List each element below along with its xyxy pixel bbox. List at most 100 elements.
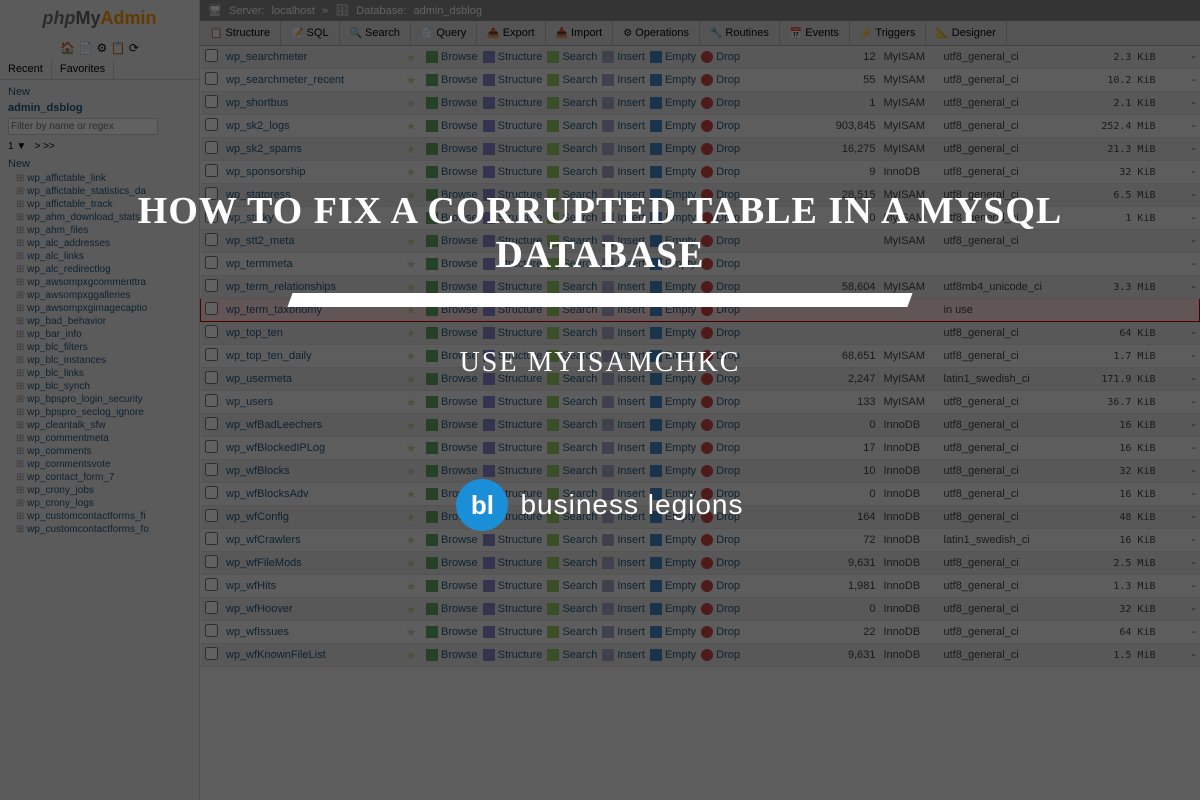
action-empty[interactable]: Empty [665, 120, 696, 132]
action-structure[interactable]: Structure [498, 51, 543, 63]
row-checkbox[interactable] [205, 371, 218, 384]
action-empty[interactable]: Empty [665, 465, 696, 477]
row-checkbox[interactable] [205, 187, 218, 200]
action-search[interactable]: Search [562, 304, 597, 316]
action-insert[interactable]: Insert [617, 235, 645, 247]
action-structure[interactable]: Structure [498, 235, 543, 247]
action-structure[interactable]: Structure [498, 258, 543, 270]
tree-table-item[interactable]: wp_commentmeta [16, 432, 195, 445]
tree-table-item[interactable]: wp_affictable_track [16, 198, 195, 211]
table-name[interactable]: wp_stt2_meta [222, 230, 402, 253]
tab-structure[interactable]: 📋Structure [200, 21, 281, 45]
action-browse[interactable]: Browse [441, 511, 478, 523]
action-search[interactable]: Search [562, 189, 597, 201]
action-structure[interactable]: Structure [498, 189, 543, 201]
row-checkbox[interactable] [205, 348, 218, 361]
action-search[interactable]: Search [562, 120, 597, 132]
action-empty[interactable]: Empty [665, 603, 696, 615]
tree-table-item[interactable]: wp_ahm_files [16, 224, 195, 237]
table-name[interactable]: wp_wfKnownFileList [222, 644, 402, 667]
action-drop[interactable]: Drop [716, 97, 740, 109]
star-icon[interactable]: ★ [402, 276, 422, 299]
action-empty[interactable]: Empty [665, 534, 696, 546]
action-search[interactable]: Search [562, 419, 597, 431]
action-insert[interactable]: Insert [617, 557, 645, 569]
action-insert[interactable]: Insert [617, 649, 645, 661]
action-insert[interactable]: Insert [617, 511, 645, 523]
action-drop[interactable]: Drop [716, 649, 740, 661]
table-name[interactable]: wp_wfIssues [222, 621, 402, 644]
action-search[interactable]: Search [562, 649, 597, 661]
star-icon[interactable]: ★ [402, 253, 422, 276]
action-insert[interactable]: Insert [617, 258, 645, 270]
star-icon[interactable]: ★ [402, 230, 422, 253]
action-insert[interactable]: Insert [617, 603, 645, 615]
action-structure[interactable]: Structure [498, 396, 543, 408]
row-checkbox[interactable] [205, 601, 218, 614]
tab-query[interactable]: 📄Query [411, 21, 477, 45]
action-browse[interactable]: Browse [441, 235, 478, 247]
action-drop[interactable]: Drop [716, 534, 740, 546]
star-icon[interactable]: ★ [402, 621, 422, 644]
action-drop[interactable]: Drop [716, 626, 740, 638]
action-drop[interactable]: Drop [716, 557, 740, 569]
tree-pager[interactable]: 1 ▼ > >> [4, 137, 195, 156]
action-browse[interactable]: Browse [441, 51, 478, 63]
action-insert[interactable]: Insert [617, 166, 645, 178]
action-search[interactable]: Search [562, 235, 597, 247]
table-name[interactable]: wp_top_ten_daily [222, 345, 402, 368]
star-icon[interactable]: ★ [402, 552, 422, 575]
breadcrumb-server[interactable]: localhost [272, 5, 315, 17]
action-structure[interactable]: Structure [498, 534, 543, 546]
action-search[interactable]: Search [562, 603, 597, 615]
action-insert[interactable]: Insert [617, 396, 645, 408]
action-empty[interactable]: Empty [665, 442, 696, 454]
action-drop[interactable]: Drop [716, 120, 740, 132]
row-checkbox[interactable] [205, 509, 218, 522]
tab-triggers[interactable]: ⚡Triggers [850, 21, 926, 45]
tree-table-item[interactable]: wp_crony_jobs [16, 484, 195, 497]
action-browse[interactable]: Browse [441, 281, 478, 293]
star-icon[interactable]: ★ [402, 299, 422, 322]
action-empty[interactable]: Empty [665, 511, 696, 523]
action-structure[interactable]: Structure [498, 143, 543, 155]
row-checkbox[interactable] [205, 394, 218, 407]
action-search[interactable]: Search [562, 511, 597, 523]
tab-routines[interactable]: 🔧Routines [700, 21, 780, 45]
action-search[interactable]: Search [562, 557, 597, 569]
star-icon[interactable]: ★ [402, 368, 422, 391]
tree-table-item[interactable]: wp_bpspro_seclog_ignore [16, 406, 195, 419]
row-checkbox[interactable] [205, 486, 218, 499]
action-insert[interactable]: Insert [617, 74, 645, 86]
row-checkbox[interactable] [205, 555, 218, 568]
tree-table-item[interactable]: wp_cleantalk_sfw [16, 419, 195, 432]
tree-table-item[interactable]: wp_bar_info [16, 328, 195, 341]
action-browse[interactable]: Browse [441, 534, 478, 546]
action-browse[interactable]: Browse [441, 649, 478, 661]
action-structure[interactable]: Structure [498, 626, 543, 638]
action-browse[interactable]: Browse [441, 488, 478, 500]
star-icon[interactable]: ★ [402, 69, 422, 92]
row-checkbox[interactable] [205, 532, 218, 545]
tree-table-item[interactable]: wp_blc_filters [16, 341, 195, 354]
table-name[interactable]: wp_sponsorship [222, 161, 402, 184]
row-checkbox[interactable] [205, 647, 218, 660]
action-insert[interactable]: Insert [617, 120, 645, 132]
action-drop[interactable]: Drop [716, 488, 740, 500]
action-insert[interactable]: Insert [617, 580, 645, 592]
action-drop[interactable]: Drop [716, 511, 740, 523]
action-drop[interactable]: Drop [716, 304, 740, 316]
table-name[interactable]: wp_wfCrawlers [222, 529, 402, 552]
row-checkbox[interactable] [205, 141, 218, 154]
action-structure[interactable]: Structure [498, 488, 543, 500]
tree-table-item[interactable]: wp_ahm_download_stats [16, 211, 195, 224]
star-icon[interactable]: ★ [402, 345, 422, 368]
row-checkbox[interactable] [205, 164, 218, 177]
action-empty[interactable]: Empty [665, 258, 696, 270]
action-browse[interactable]: Browse [441, 189, 478, 201]
action-structure[interactable]: Structure [498, 304, 543, 316]
action-search[interactable]: Search [562, 373, 597, 385]
row-checkbox[interactable] [205, 72, 218, 85]
table-name[interactable]: wp_wfBadLeechers [222, 414, 402, 437]
action-empty[interactable]: Empty [665, 74, 696, 86]
